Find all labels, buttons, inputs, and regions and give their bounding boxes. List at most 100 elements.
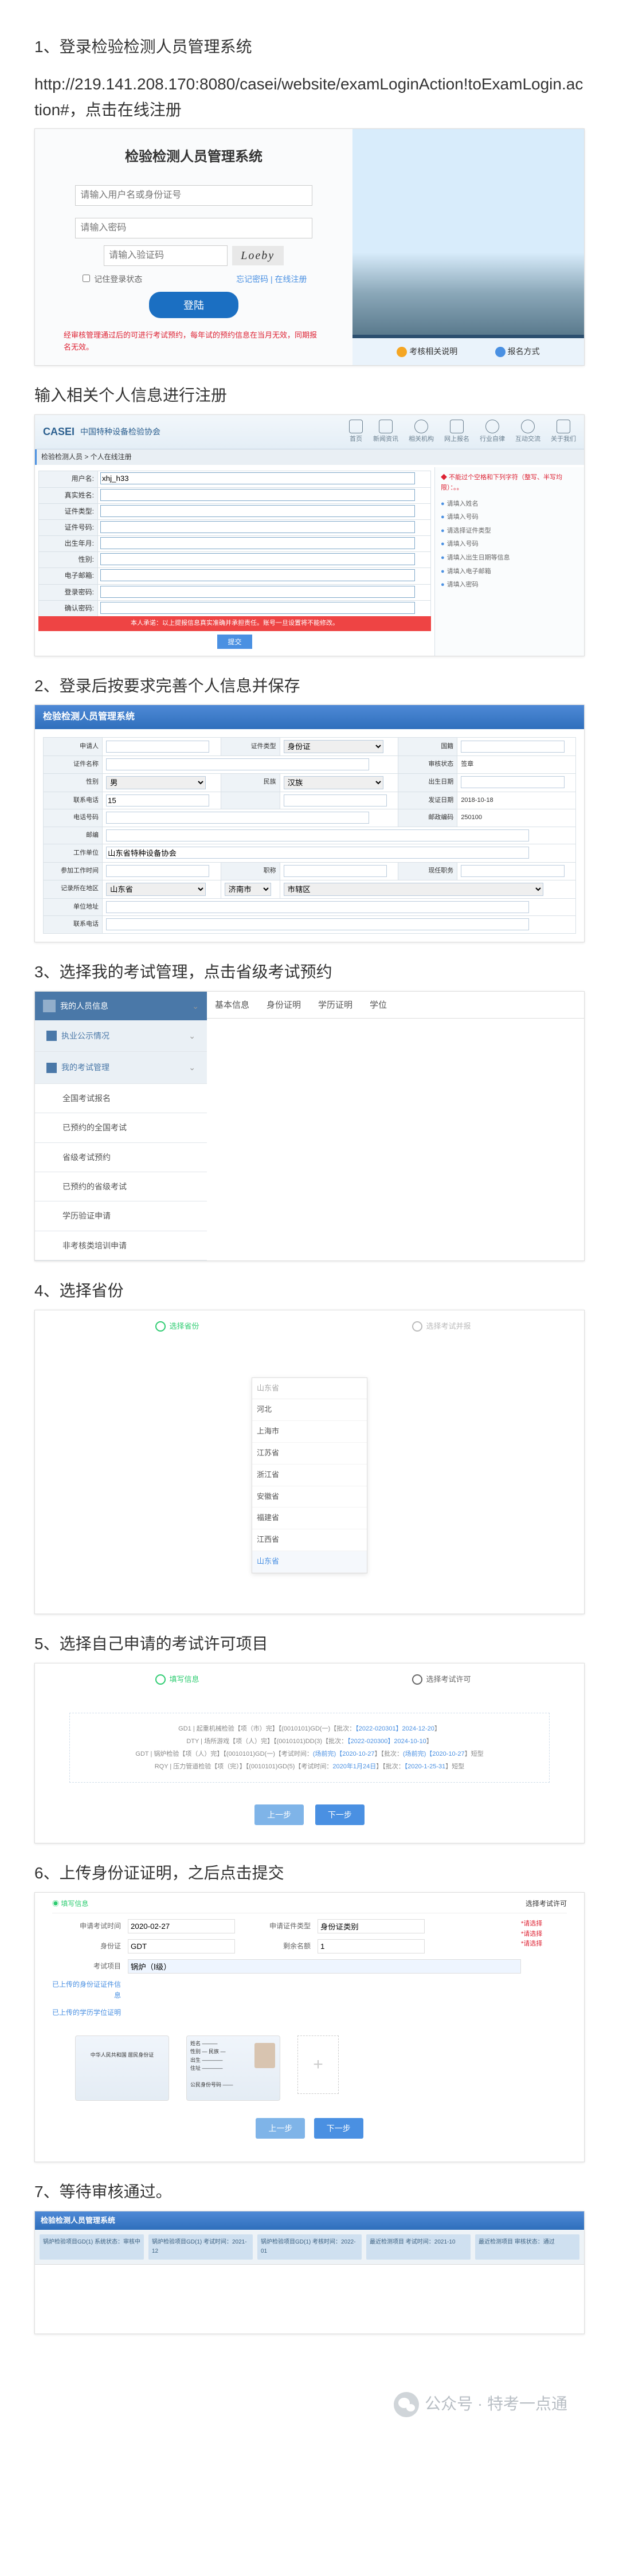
lbl-edu: 已上传的学历学位证明: [52, 2007, 121, 2018]
prov-opt-anhui[interactable]: 安徽省: [252, 1486, 367, 1508]
nav-home[interactable]: 首页: [349, 420, 363, 445]
reg-pwd-input[interactable]: [100, 586, 415, 598]
prov-opt-shanghai[interactable]: 上海市: [252, 1421, 367, 1443]
register-submit-button[interactable]: 提交: [217, 635, 252, 649]
info-idtype[interactable]: 身份证: [284, 740, 383, 753]
step-1-url: http://219.141.208.170:8080/casei/websit…: [34, 72, 585, 123]
step-3-title: 3、选择我的考试管理，点击省级考试预约: [34, 960, 585, 985]
tab-id[interactable]: 身份证明: [267, 999, 301, 1018]
license-next-button[interactable]: 下一步: [315, 1804, 365, 1825]
id-card-back[interactable]: 中华人民共和国 居民身份证: [75, 2035, 169, 2101]
nav-national-signup[interactable]: 全国考试报名: [35, 1084, 207, 1113]
nav-group-exam[interactable]: 我的考试管理: [35, 1052, 207, 1083]
info-prov[interactable]: 山东省: [106, 883, 206, 896]
tab-basic[interactable]: 基本信息: [215, 999, 249, 1018]
nav-group-person[interactable]: 我的人员信息: [35, 992, 207, 1020]
tab-degree[interactable]: 学位: [370, 999, 387, 1018]
captcha-input[interactable]: [104, 245, 228, 266]
license-prev-button[interactable]: 上一步: [254, 1804, 304, 1825]
reg-idno-input[interactable]: [100, 521, 415, 533]
info-status: 签章: [461, 761, 473, 768]
reg-email-input[interactable]: [100, 569, 415, 581]
casei-logo: CASEI: [43, 424, 75, 440]
review-card-5[interactable]: 最近检测项目 审核状态：通过: [475, 2234, 579, 2260]
info-title[interactable]: [284, 865, 387, 877]
reg-lbl-user: 用户名:: [39, 471, 98, 487]
review-card-1[interactable]: 锅炉检验项目GD(1) 系统状态：审核中: [40, 2234, 144, 2260]
info-ethnic[interactable]: 汉族: [284, 776, 383, 789]
register-link[interactable]: 忘记密码 | 在线注册: [236, 273, 307, 285]
upload-next-button[interactable]: 下一步: [314, 2118, 363, 2139]
reg-tips-title: ◆ 不能过个空格和下列字符（整写、半写均限）：。。: [441, 473, 578, 493]
reg-dob-input[interactable]: [100, 537, 415, 549]
info-dist[interactable]: 市辖区: [284, 883, 543, 896]
reg-real-input[interactable]: [100, 489, 415, 501]
captcha-image[interactable]: Loeby: [232, 246, 284, 265]
reg-pwd2-input[interactable]: [100, 602, 415, 614]
lbl-exam-date: 申请考试时间: [52, 1921, 121, 1932]
nav-news[interactable]: 新闻资讯: [373, 420, 398, 445]
prov-opt-jiangsu[interactable]: 江苏省: [252, 1443, 367, 1465]
info-workdate[interactable]: [106, 865, 209, 877]
prov-opt-shandong[interactable]: 山东省: [252, 1551, 367, 1573]
nav-about[interactable]: 关于我们: [551, 420, 576, 445]
info-name[interactable]: [106, 741, 209, 753]
nav-industry[interactable]: 行业自律: [480, 420, 505, 445]
license-list[interactable]: GD1 | 起重机械检验【项（市）完】【(0010101)GD(一)【批次：【2…: [69, 1713, 550, 1783]
review-card-4[interactable]: 最近检测项目 考试时间：2021-10: [366, 2234, 471, 2260]
idtype-input[interactable]: [318, 1919, 425, 1933]
upload-prev-button[interactable]: 上一步: [256, 2118, 305, 2139]
login-tip1[interactable]: 考核相关说明: [409, 345, 457, 358]
prov-opt-jiangxi[interactable]: 江西省: [252, 1529, 367, 1551]
info-workunit[interactable]: [106, 847, 529, 859]
reg-user-input[interactable]: [100, 472, 415, 484]
info-tel[interactable]: [106, 812, 369, 824]
username-input[interactable]: [75, 185, 312, 206]
password-input[interactable]: [75, 218, 312, 238]
info-city[interactable]: 济南市: [225, 883, 271, 896]
info-gender[interactable]: 男: [106, 776, 206, 789]
review-card-2[interactable]: 锅炉检验项目GD(1) 考试时间：2021-12: [148, 2234, 253, 2260]
info-fax[interactable]: [284, 794, 387, 807]
prov-opt-zhejiang[interactable]: 浙江省: [252, 1465, 367, 1486]
tab-edu[interactable]: 学历证明: [318, 999, 352, 1018]
info-addr[interactable]: [106, 829, 529, 841]
upload-step-right: 选择考试许可: [526, 1898, 567, 1909]
nav-group-public[interactable]: 执业公示情况: [35, 1020, 207, 1052]
nav-provincial-booked[interactable]: 已预约的省级考试: [35, 1172, 207, 1201]
nav-edu-verify[interactable]: 学历验证申请: [35, 1201, 207, 1231]
question-icon: [495, 347, 506, 357]
nav-provincial-book[interactable]: 省级考试预约: [35, 1143, 207, 1172]
id-card-front[interactable]: 姓名 ———性别 — 民族 —出生 ————住址 ————公民身份号码 ——: [186, 2035, 280, 2101]
nav-nonexam-train[interactable]: 非考核类培训申请: [35, 1231, 207, 1260]
review-card-3[interactable]: 锅炉检验项目GD(1) 考核时间：2022-01: [257, 2234, 362, 2260]
exam-date-input[interactable]: [128, 1919, 235, 1933]
reg-gender-input[interactable]: [100, 553, 415, 565]
info-phone[interactable]: [106, 794, 209, 807]
bc-input[interactable]: [128, 1939, 235, 1953]
login-tip2[interactable]: 报名方式: [508, 345, 540, 358]
info-idno[interactable]: [106, 758, 369, 770]
info-nation[interactable]: [461, 741, 564, 753]
nav-signup[interactable]: 网上报名: [444, 420, 469, 445]
login-screenshot: 检验检测人员管理系统 Loeby 记住登录状态 忘记密码 | 在线注册 登陆 经…: [34, 128, 585, 365]
wechat-attribution: 公众号 · 特考一点通: [394, 2391, 567, 2417]
info-unitaddr[interactable]: [106, 901, 529, 913]
nav-contact[interactable]: 互动交流: [515, 420, 540, 445]
exam-input[interactable]: [128, 1959, 521, 1974]
remember-checkbox[interactable]: 记住登录状态: [80, 273, 142, 285]
nav-national-booked[interactable]: 已预约的全国考试: [35, 1113, 207, 1142]
reg-lbl-idtype: 证件类型:: [39, 504, 98, 519]
info-position[interactable]: [461, 865, 564, 877]
quota-input[interactable]: [318, 1939, 425, 1953]
prov-opt-fujian[interactable]: 福建省: [252, 1508, 367, 1529]
upload-add-button[interactable]: +: [297, 2035, 339, 2094]
login-button[interactable]: 登陆: [149, 292, 238, 318]
province-dropdown[interactable]: 山东省 河北 上海市 江苏省 浙江省 安徽省 福建省 江西省 山东省: [252, 1377, 367, 1573]
nav-org[interactable]: 相关机构: [409, 420, 434, 445]
exam-mgmt-screenshot: 我的人员信息 执业公示情况 我的考试管理 全国考试报名 已预约的全国考试 省级考…: [34, 991, 585, 1262]
info-unittel[interactable]: [106, 918, 529, 930]
reg-idtype-input[interactable]: [100, 505, 415, 517]
info-dob[interactable]: [461, 776, 564, 788]
prov-opt-hebei[interactable]: 河北: [252, 1399, 367, 1421]
